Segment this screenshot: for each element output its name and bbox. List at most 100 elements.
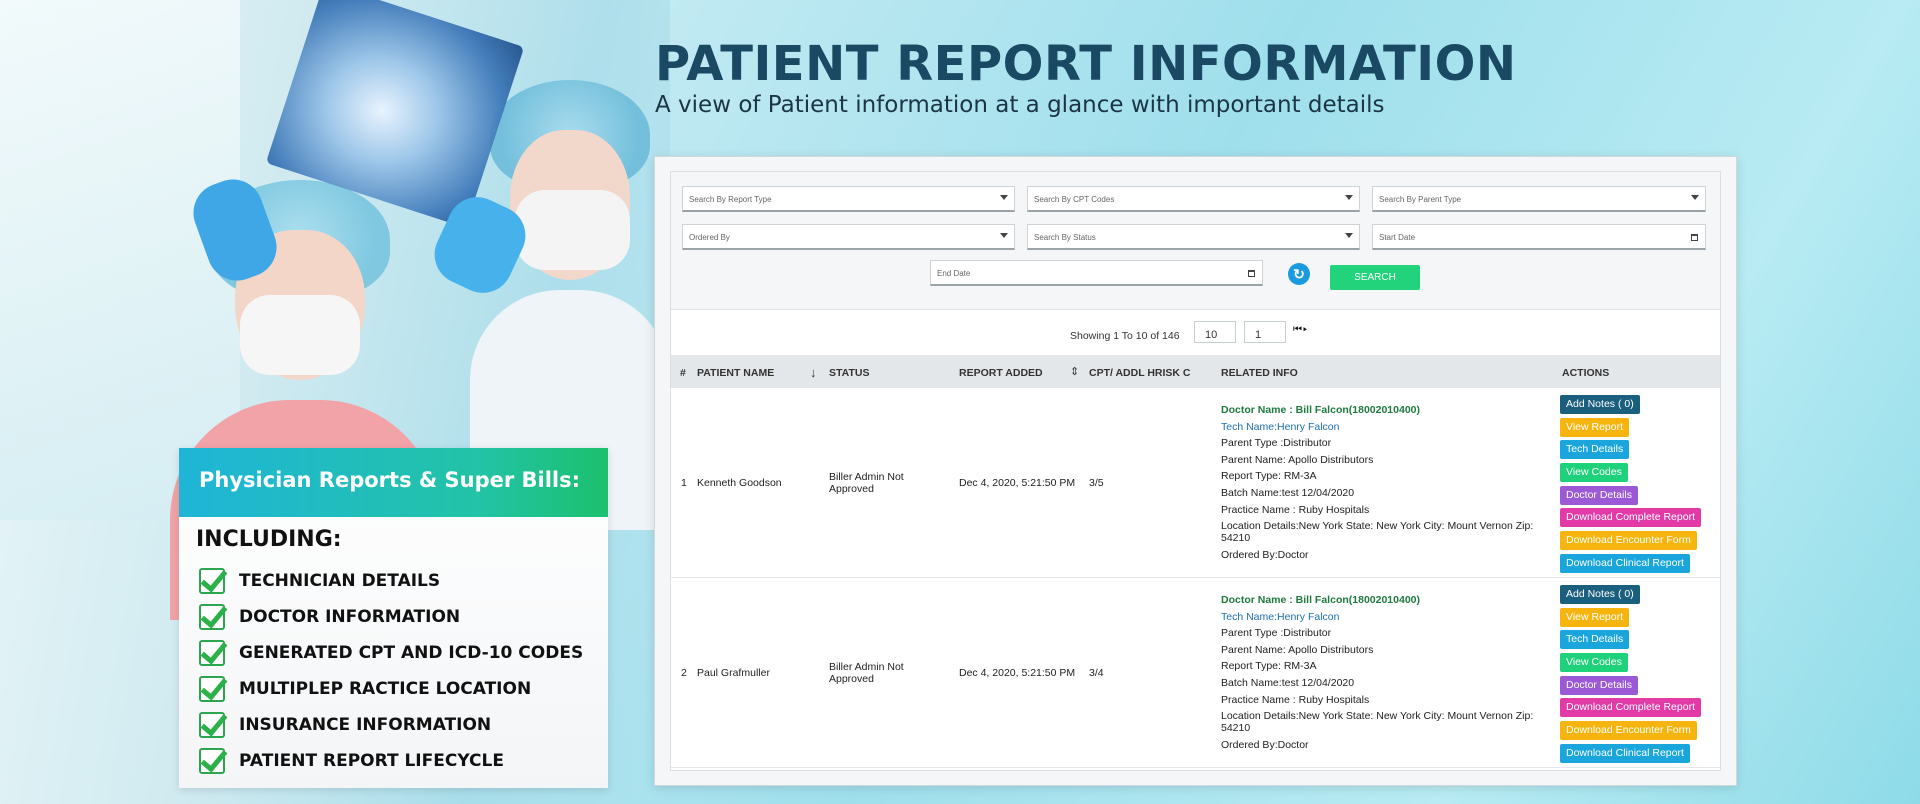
col-patient-name[interactable]: PATIENT NAME [697, 367, 774, 379]
checkbox-checked-icon [199, 640, 225, 666]
search-button[interactable]: SEARCH [1330, 265, 1420, 290]
tech-name[interactable]: Tech Name:Henry Falcon [1221, 611, 1556, 628]
report-type-select[interactable]: Search By Report Type [682, 186, 1015, 212]
row-actions: Add Notes ( 0) View Report Tech Details Vie… [1560, 585, 1701, 767]
view-codes-button[interactable]: View Codes [1560, 653, 1628, 673]
col-report-added[interactable]: REPORT ADDED [959, 367, 1043, 379]
chevron-down-icon [1345, 233, 1353, 238]
feature-item-label: TECHNICIAN DETAILS [239, 571, 441, 591]
view-codes-button[interactable]: View Codes [1560, 463, 1628, 483]
location-details: Location Details:New York State: New Yor… [1221, 520, 1534, 545]
page-subtitle: A view of Patient information at a glanc… [655, 92, 1385, 118]
showing-count: Showing 1 To 10 of 146 [1070, 330, 1180, 342]
doctor-details-button[interactable]: Doctor Details [1560, 485, 1638, 505]
practice-name: Practice Name : Ruby Hospitals [1221, 503, 1370, 516]
download-complete-report-button[interactable]: Download Complete Report [1560, 508, 1701, 528]
tech-details-button[interactable]: Tech Details [1560, 630, 1630, 650]
sort-icon[interactable]: ⇕ [1070, 365, 1079, 378]
page-number-input[interactable]: 1 [1244, 321, 1286, 343]
sort-down-icon[interactable]: ↓ [810, 365, 817, 380]
download-encounter-form-button[interactable]: Download Encounter Form [1560, 721, 1697, 741]
col-related-info: RELATED INFO [1221, 367, 1298, 379]
col-actions: ACTIONS [1562, 367, 1610, 379]
patient-name[interactable]: Paul Grafmuller [697, 667, 770, 679]
checkbox-checked-icon [199, 712, 225, 738]
parent-name: Parent Name: Apollo Distributors [1221, 453, 1374, 466]
date-placeholder: End Date [937, 269, 971, 278]
row-number: 2 [681, 667, 687, 679]
add-notes-button[interactable]: Add Notes ( 0) [1560, 585, 1640, 604]
ordered-by-select[interactable]: Ordered By [682, 224, 1015, 250]
select-placeholder: Ordered By [689, 233, 730, 242]
status-select[interactable]: Search By Status [1027, 224, 1360, 250]
feature-heading: Physician Reports & Super Bills: [179, 448, 608, 517]
add-notes-button[interactable]: Add Notes ( 0) [1560, 395, 1640, 414]
col-status[interactable]: STATUS [829, 367, 869, 379]
doctor-name[interactable]: Doctor Name : Bill Falcon(18002010400) [1221, 404, 1556, 421]
checkbox-checked-icon [199, 748, 225, 774]
practice-name: Practice Name : Ruby Hospitals [1221, 693, 1370, 706]
chevron-down-icon [1345, 195, 1353, 200]
report-type: Report Type: RM-3A [1221, 470, 1317, 483]
select-placeholder: Search By Parent Type [1379, 195, 1462, 204]
report-type: Report Type: RM-3A [1221, 660, 1317, 673]
patient-name[interactable]: Kenneth Goodson [697, 477, 782, 489]
feature-item: PATIENT REPORT LIFECYCLE [199, 743, 608, 779]
calendar-icon [1248, 270, 1255, 277]
report-added: Dec 4, 2020, 5:21:50 PM [959, 667, 1076, 679]
checkbox-checked-icon [199, 604, 225, 630]
status-text: Biller Admin Not Approved [829, 661, 904, 685]
select-placeholder: Search By Status [1034, 233, 1096, 242]
col-cpt[interactable]: CPT/ ADDL HRISK C [1089, 367, 1191, 379]
table-header: # PATIENT NAME ↓ STATUS REPORT ADDED ⇕ C… [671, 356, 1720, 388]
status-text: Biller Admin Not Approved [829, 471, 904, 495]
page-nav-icon[interactable]: ⏮▸ [1293, 324, 1309, 335]
chevron-down-icon [1000, 195, 1008, 200]
view-report-button[interactable]: View Report [1560, 607, 1630, 627]
select-placeholder: Search By Report Type [689, 195, 772, 204]
doctor-details-button[interactable]: Doctor Details [1560, 675, 1638, 695]
parent-type-select[interactable]: Search By Parent Type [1372, 186, 1706, 212]
parent-type: Parent Type :Distributor [1221, 437, 1332, 450]
feature-item: GENERATED CPT AND ICD-10 CODES [199, 635, 608, 671]
date-placeholder: Start Date [1379, 233, 1416, 242]
feature-item-label: DOCTOR INFORMATION [239, 607, 461, 627]
calendar-icon [1691, 234, 1698, 241]
feature-item-label: PATIENT REPORT LIFECYCLE [239, 751, 504, 771]
chevron-down-icon [1000, 233, 1008, 238]
row-actions: Add Notes ( 0) View Report Tech Details Vie… [1560, 395, 1701, 577]
start-date-input[interactable]: Start Date [1372, 224, 1706, 250]
tech-details-button[interactable]: Tech Details [1560, 440, 1630, 460]
report-added: Dec 4, 2020, 5:21:50 PM [959, 477, 1076, 489]
feature-item-label: MULTIPLEP RACTICE LOCATION [239, 679, 532, 699]
feature-item: DOCTOR INFORMATION [199, 599, 608, 635]
ordered-by: Ordered By:Doctor [1221, 549, 1309, 562]
select-placeholder: Search By CPT Codes [1034, 195, 1115, 204]
refresh-icon[interactable]: ↻ [1288, 263, 1310, 285]
related-info: Doctor Name : Bill Falcon(18002010400) T… [1221, 404, 1556, 566]
report-list-panel: Search By Report Type Search By CPT Code… [670, 171, 1721, 771]
table-row: 1 Kenneth Goodson Biller Admin Not Appro… [671, 388, 1720, 578]
download-complete-report-button[interactable]: Download Complete Report [1560, 698, 1701, 718]
tech-name[interactable]: Tech Name:Henry Falcon [1221, 421, 1556, 438]
pagination: Showing 1 To 10 of 146 10 1 ⏮▸ [671, 310, 1720, 356]
download-clinical-report-button[interactable]: Download Clinical Report [1560, 743, 1690, 763]
download-clinical-report-button[interactable]: Download Clinical Report [1560, 553, 1690, 573]
view-report-button[interactable]: View Report [1560, 417, 1630, 437]
page-title: PATIENT REPORT INFORMATION [655, 36, 1517, 92]
page-size-input[interactable]: 10 [1194, 321, 1236, 343]
feature-item: MULTIPLEP RACTICE LOCATION [199, 671, 608, 707]
app-window: Search By Report Type Search By CPT Code… [654, 156, 1737, 786]
cpt-codes-select[interactable]: Search By CPT Codes [1027, 186, 1360, 212]
cpt-value: 3/5 [1089, 477, 1104, 489]
feature-item: INSURANCE INFORMATION [199, 707, 608, 743]
end-date-input[interactable]: End Date [930, 260, 1263, 286]
batch-name: Batch Name:test 12/04/2020 [1221, 676, 1355, 689]
feature-including-label: INCLUDING: [196, 527, 342, 552]
col-num: # [680, 367, 686, 379]
feature-card: Physician Reports & Super Bills: INCLUDI… [179, 448, 608, 788]
parent-name: Parent Name: Apollo Distributors [1221, 643, 1374, 656]
feature-item-label: GENERATED CPT AND ICD-10 CODES [239, 643, 584, 663]
doctor-name[interactable]: Doctor Name : Bill Falcon(18002010400) [1221, 594, 1556, 611]
download-encounter-form-button[interactable]: Download Encounter Form [1560, 531, 1697, 551]
